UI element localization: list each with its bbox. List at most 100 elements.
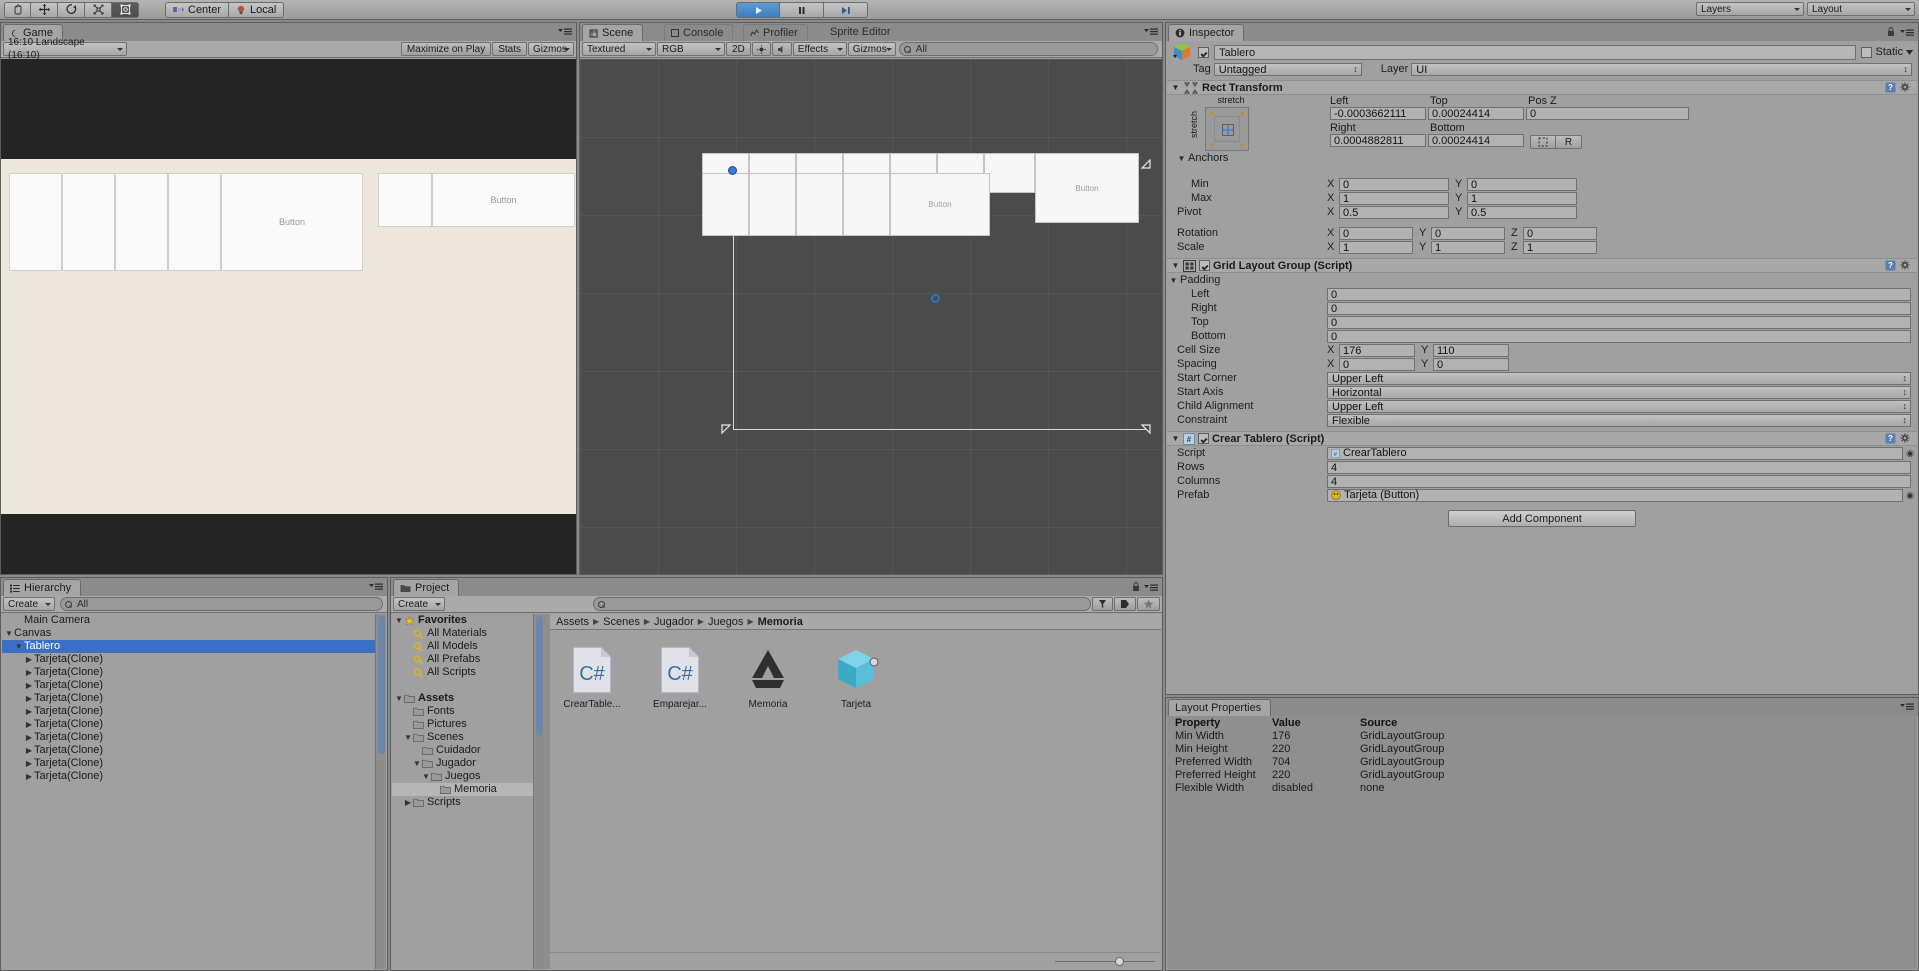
scene-card[interactable]	[702, 173, 749, 236]
game-card[interactable]: Button	[432, 173, 575, 227]
project-folder-tree[interactable]: ▼Favorites▶All Materials▶All Models▶All …	[392, 614, 544, 969]
spacing-y-field[interactable]: 0	[1433, 357, 1509, 371]
rect-tool[interactable]	[112, 1, 139, 18]
asset-item[interactable]: C# CrearTable...	[560, 643, 624, 710]
anchors-foldout-icon[interactable]: ▼	[1177, 154, 1186, 163]
project-tree-item[interactable]: ▶	[392, 679, 544, 692]
bottom-field[interactable]: 0.00024414	[1428, 134, 1524, 147]
raw-edit-mode-button[interactable]: R	[1556, 135, 1582, 149]
start-corner-dropdown[interactable]: Upper Left	[1327, 371, 1911, 385]
scene-view-menu-icon[interactable]	[1144, 27, 1158, 39]
project-tree-item[interactable]: ▶All Models	[392, 640, 544, 653]
game-card[interactable]	[62, 173, 115, 271]
lock-icon[interactable]	[1132, 582, 1140, 592]
pause-button[interactable]	[780, 2, 824, 18]
project-tree-item[interactable]: ▶ Scripts	[392, 796, 544, 809]
static-checkbox[interactable]	[1861, 46, 1873, 58]
asset-item[interactable]: Memoria	[736, 643, 800, 710]
move-tool[interactable]	[31, 1, 58, 18]
layout-dropdown[interactable]: Layout	[1807, 2, 1915, 16]
project-tree-item[interactable]: ▼ Favorites	[392, 614, 544, 627]
expand-arrow-icon[interactable]: ▼	[403, 731, 413, 744]
hierarchy-item[interactable]: ▶ Tarjeta(Clone)	[2, 666, 375, 679]
breadcrumb-item[interactable]: Assets	[556, 614, 589, 630]
breadcrumb-item[interactable]: Scenes	[603, 614, 640, 630]
grid-layout-enabled-checkbox[interactable]	[1199, 260, 1210, 271]
inspector-lock-icon[interactable]	[1887, 27, 1895, 37]
script-object-picker-icon[interactable]: ◉	[1903, 448, 1917, 459]
crear-tablero-foldout-icon[interactable]: ▼	[1171, 434, 1180, 443]
padding-foldout[interactable]: ▼ Padding	[1167, 273, 1917, 287]
pivot-x-field[interactable]: 0.5	[1339, 205, 1449, 219]
expand-arrow-icon[interactable]: ▶	[24, 653, 34, 666]
prefab-object-field[interactable]: Tarjeta (Button)	[1327, 488, 1903, 502]
tab-sprite-editor[interactable]: Sprite Editor	[824, 24, 900, 41]
expand-arrow-icon[interactable]: ▼	[412, 757, 422, 770]
hierarchy-item[interactable]: ▶ Tarjeta(Clone)	[2, 744, 375, 757]
help-icon[interactable]: ?	[1885, 82, 1896, 93]
project-tree-item[interactable]: ▶Pictures	[392, 718, 544, 731]
rect-transform-header[interactable]: ▼ Rect Transform ?	[1167, 80, 1917, 95]
padding-top-field[interactable]: 0	[1327, 315, 1911, 329]
asset-item[interactable]: Tarjeta	[824, 643, 888, 710]
audio-toggle-button[interactable]	[771, 42, 792, 56]
expand-arrow-icon[interactable]: ▼	[14, 640, 24, 653]
game-gizmos-dropdown[interactable]: Gizmos	[528, 42, 574, 56]
tab-scene[interactable]: Scene	[582, 24, 644, 41]
hierarchy-item[interactable]: ▶ Tarjeta(Clone)	[2, 731, 375, 744]
top-field[interactable]: 0.00024414	[1428, 107, 1524, 120]
scene-card[interactable]: Button	[1035, 153, 1139, 223]
crear-tablero-enabled-checkbox[interactable]	[1198, 433, 1209, 444]
scene-effects-dropdown[interactable]: Effects	[792, 42, 847, 56]
aspect-ratio-dropdown[interactable]: 16:10 Landscape (16:10)	[3, 37, 127, 61]
project-tree-item[interactable]: ▼ Scenes	[392, 731, 544, 744]
filter-by-label-button[interactable]	[1114, 597, 1136, 611]
toggle-2d-button[interactable]: 2D	[726, 42, 751, 56]
project-tree-item[interactable]: ▼ Jugador	[392, 757, 544, 770]
pivot-mode-button[interactable]: Center	[165, 1, 230, 18]
project-tree-item[interactable]: ▼ Juegos	[392, 770, 544, 783]
expand-arrow-icon[interactable]: ▼	[394, 614, 404, 627]
layer-dropdown[interactable]: UI	[1411, 62, 1912, 76]
help-icon[interactable]: ?	[1885, 433, 1896, 444]
start-axis-dropdown[interactable]: Horizontal	[1327, 385, 1911, 399]
project-create-button[interactable]: Create	[393, 597, 445, 611]
blueprint-mode-button[interactable]	[1530, 135, 1556, 149]
static-chevron-down-icon[interactable]	[1906, 49, 1913, 55]
hierarchy-item[interactable]: ▶ Tarjeta(Clone)	[2, 692, 375, 705]
expand-arrow-icon[interactable]: ▶	[24, 731, 34, 744]
layers-dropdown[interactable]: Layers	[1696, 2, 1804, 16]
tab-layout-properties[interactable]: Layout Properties	[1168, 699, 1272, 716]
padding-foldout-icon[interactable]: ▼	[1169, 276, 1178, 285]
scale-z-field[interactable]: 1	[1523, 240, 1597, 254]
hierarchy-scroll-thumb[interactable]	[378, 616, 385, 754]
constraint-dropdown[interactable]: Flexible	[1327, 413, 1911, 427]
asset-grid[interactable]: C# CrearTable... C# Emparejar... Memoria Tarj…	[550, 631, 1161, 951]
project-tree-item[interactable]: ▶Cuidador	[392, 744, 544, 757]
anchor-min-x-field[interactable]: 0	[1339, 177, 1449, 191]
rect-handle-top-left[interactable]	[728, 166, 737, 175]
padding-left-field[interactable]: 0	[1327, 287, 1911, 301]
expand-arrow-icon[interactable]: ▶	[24, 744, 34, 757]
hierarchy-item[interactable]: ▶ Tarjeta(Clone)	[2, 718, 375, 731]
tab-profiler[interactable]: Profiler	[743, 24, 808, 41]
hierarchy-item[interactable]: ▶ Tarjeta(Clone)	[2, 705, 375, 718]
hierarchy-item[interactable]: ▶ Tarjeta(Clone)	[2, 653, 375, 666]
left-field[interactable]: -0.0003662111	[1330, 107, 1426, 120]
expand-arrow-icon[interactable]: ▶	[403, 796, 413, 809]
rows-field[interactable]: 4	[1327, 460, 1911, 474]
hierarchy-tree[interactable]: ▶Main Camera▼Canvas▼Tablero▶Tarjeta(Clon…	[2, 614, 375, 969]
anchor-max-x-field[interactable]: 1	[1339, 191, 1449, 205]
child-alignment-dropdown[interactable]: Upper Left	[1327, 399, 1911, 413]
layout-properties-menu-icon[interactable]	[1900, 702, 1914, 714]
hierarchy-scrollbar[interactable]	[375, 614, 386, 969]
game-card[interactable]	[168, 173, 221, 271]
gear-icon[interactable]	[1900, 260, 1912, 271]
hierarchy-create-button[interactable]: Create	[3, 597, 55, 611]
project-tree-item[interactable]: ▶All Prefabs	[392, 653, 544, 666]
tab-inspector[interactable]: Inspector	[1168, 24, 1245, 41]
project-menu-icon[interactable]	[1144, 583, 1158, 592]
scene-render-area[interactable]: Button Button	[580, 59, 1162, 574]
game-render-area[interactable]: Button Button	[1, 59, 576, 574]
gameobject-enabled-checkbox[interactable]	[1198, 46, 1209, 58]
